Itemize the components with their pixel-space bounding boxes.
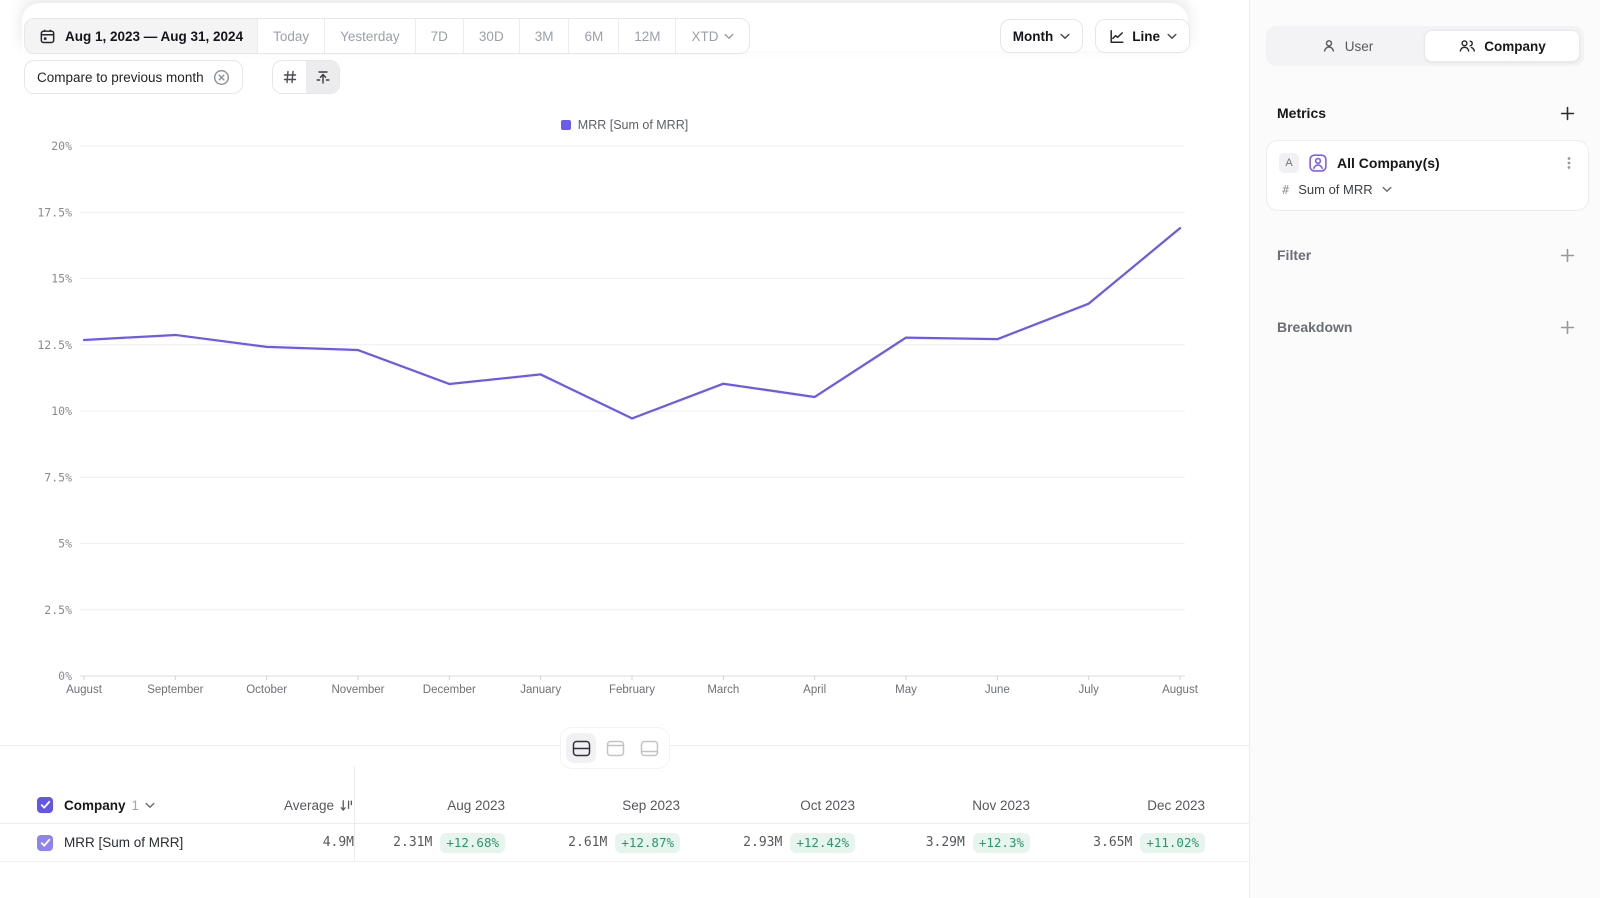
svg-text:20%: 20% — [51, 139, 72, 153]
filter-title: Filter — [1277, 247, 1311, 263]
layout-top-icon — [606, 740, 625, 757]
month-column-header[interactable]: Dec 2023 — [1030, 798, 1205, 813]
delta-badge: +11.02% — [1140, 833, 1205, 853]
svg-text:2.5%: 2.5% — [44, 603, 72, 617]
kebab-menu-icon[interactable] — [1562, 155, 1576, 171]
cell-value: 2.93M — [743, 835, 782, 850]
month-column-header[interactable]: Oct 2023 — [680, 798, 855, 813]
svg-text:15%: 15% — [51, 272, 72, 286]
chevron-down-icon[interactable] — [1382, 186, 1392, 193]
metric-name: All Company(s) — [1337, 155, 1553, 171]
metrics-section-header: Metrics — [1277, 105, 1575, 121]
svg-text:February: February — [609, 684, 655, 696]
svg-text:May: May — [895, 684, 917, 696]
toggle-company-label: Company — [1484, 39, 1546, 54]
delta-badge: +12.42% — [790, 833, 855, 853]
aggregation-dropdown[interactable]: Sum of MRR — [1298, 182, 1372, 197]
delta-badge: +12.3% — [973, 833, 1030, 853]
svg-text:August: August — [66, 684, 103, 696]
users-icon — [1458, 38, 1476, 54]
svg-text:7.5%: 7.5% — [44, 470, 72, 484]
check-icon — [40, 838, 51, 848]
cell-value: 2.61M — [568, 835, 607, 850]
analytics-report-view: Aug 1, 2023 — Aug 31, 2024 Today Yesterd… — [0, 0, 1600, 898]
contact-card-icon — [1308, 153, 1328, 173]
svg-text:December: December — [423, 684, 476, 696]
average-column-label: Average — [284, 798, 334, 813]
table-header: Company 1 Average Aug 2023 Sep — [0, 787, 1249, 824]
breakdown-title: Breakdown — [1277, 319, 1352, 335]
layout-bottom-icon — [640, 740, 659, 757]
svg-text:12.5%: 12.5% — [37, 338, 72, 352]
row-checkbox[interactable] — [37, 835, 53, 851]
selected-count: 1 — [132, 798, 140, 813]
report-main-area: Aug 1, 2023 — Aug 31, 2024 Today Yesterd… — [0, 0, 1249, 898]
table-row: MRR [Sum of MRR] 4.9M 2.31M +12.68% 2.61… — [0, 824, 1249, 862]
svg-text:August: August — [1162, 684, 1199, 696]
layout-switcher — [560, 727, 670, 769]
svg-text:November: November — [331, 684, 384, 696]
svg-text:17.5%: 17.5% — [37, 205, 72, 219]
plus-icon[interactable] — [1560, 106, 1575, 121]
toggle-user[interactable]: User — [1270, 30, 1424, 62]
metrics-title: Metrics — [1277, 105, 1326, 121]
month-column-header[interactable]: Aug 2023 — [354, 798, 505, 813]
svg-text:March: March — [707, 684, 739, 696]
svg-text:10%: 10% — [51, 404, 72, 418]
layout-top-button[interactable] — [600, 733, 630, 763]
row-average-value: 4.9M — [254, 835, 354, 850]
layout-bottom-button[interactable] — [634, 733, 664, 763]
delta-badge: +12.68% — [440, 833, 505, 853]
select-all-checkbox[interactable] — [37, 797, 53, 813]
plus-icon[interactable] — [1560, 248, 1575, 263]
row-metric-name: MRR [Sum of MRR] — [64, 835, 254, 850]
chevron-down-icon[interactable] — [145, 802, 155, 809]
layout-split-button[interactable] — [566, 733, 596, 763]
svg-text:April: April — [803, 684, 826, 696]
cell-value: 2.31M — [393, 835, 432, 850]
month-column-header[interactable]: Sep 2023 — [505, 798, 680, 813]
group-column-label: Company — [64, 798, 126, 813]
toggle-company[interactable]: Company — [1424, 30, 1580, 62]
filter-section-header: Filter — [1277, 247, 1575, 263]
svg-text:October: October — [246, 684, 287, 696]
plus-icon[interactable] — [1560, 320, 1575, 335]
entity-toggle: User Company — [1266, 26, 1584, 66]
check-icon — [40, 800, 51, 810]
delta-badge: +12.87% — [615, 833, 680, 853]
svg-text:September: September — [147, 684, 203, 696]
sort-icon[interactable] — [339, 798, 354, 813]
svg-text:January: January — [520, 684, 561, 696]
hash-icon: # — [1282, 183, 1289, 197]
cell-value: 3.29M — [926, 835, 965, 850]
config-sidebar: User Company Metrics A — [1249, 0, 1600, 898]
svg-text:June: June — [985, 684, 1010, 696]
cell-value: 3.65M — [1093, 835, 1132, 850]
svg-text:July: July — [1078, 684, 1099, 696]
svg-text:0%: 0% — [58, 669, 72, 683]
svg-text:5%: 5% — [58, 537, 72, 551]
metric-card[interactable]: A All Company(s) # Sum of MRR — [1266, 140, 1589, 211]
user-icon — [1321, 38, 1337, 54]
month-column-header[interactable]: Nov 2023 — [855, 798, 1030, 813]
toggle-user-label: User — [1345, 39, 1374, 54]
metric-letter-badge: A — [1279, 153, 1299, 173]
layout-split-icon — [572, 740, 591, 757]
breakdown-section-header: Breakdown — [1277, 319, 1575, 335]
mrr-line-chart: 20%17.5%15%12.5%10%7.5%5%2.5%0%AugustSep… — [0, 0, 1249, 745]
